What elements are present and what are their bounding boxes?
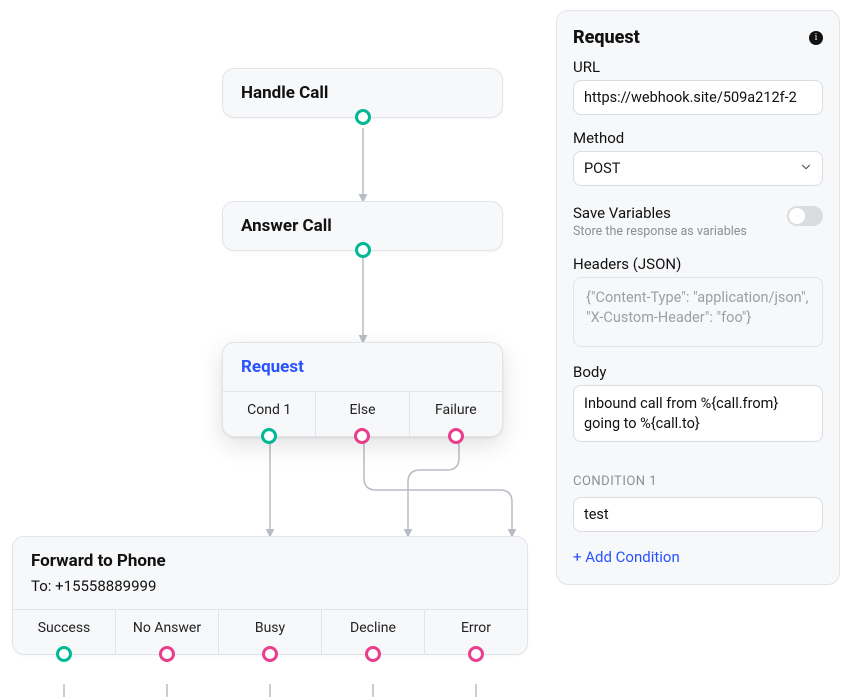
flow-canvas[interactable]: Handle Call Answer Call Request Cond 1 E… <box>0 0 540 697</box>
node-title: Request <box>223 343 502 391</box>
node-output-port[interactable] <box>355 109 371 125</box>
url-label: URL <box>573 58 823 76</box>
node-output-port[interactable] <box>355 242 371 258</box>
branch-label: Success <box>38 620 91 636</box>
inspector-panel: Request i URL Method POST Save Variables… <box>556 10 840 585</box>
branch-port[interactable] <box>262 646 278 662</box>
branch-label: No Answer <box>133 620 201 636</box>
node-request[interactable]: Request Cond 1 Else Failure <box>222 342 503 437</box>
save-vars-hint: Store the response as variables <box>573 224 787 239</box>
headers-input[interactable]: {"Content-Type": "application/json", "X-… <box>573 277 823 347</box>
save-vars-label: Save Variables <box>573 204 787 222</box>
method-label: Method <box>573 129 823 147</box>
branch-port[interactable] <box>56 646 72 662</box>
branch-label: Decline <box>350 620 396 636</box>
method-select[interactable]: POST <box>573 151 823 186</box>
body-input[interactable]: Inbound call from %{call.from} going to … <box>573 385 823 442</box>
node-handle-call[interactable]: Handle Call <box>222 68 503 118</box>
branch-else[interactable]: Else <box>316 392 409 436</box>
branch-decline[interactable]: Decline <box>322 610 425 654</box>
branch-busy[interactable]: Busy <box>219 610 322 654</box>
body-label: Body <box>573 363 823 381</box>
branch-no-answer[interactable]: No Answer <box>116 610 219 654</box>
branch-label: Error <box>461 620 491 636</box>
branch-port[interactable] <box>261 428 277 444</box>
branch-failure[interactable]: Failure <box>410 392 502 436</box>
branch-port[interactable] <box>448 428 464 444</box>
branch-port[interactable] <box>159 646 175 662</box>
condition-section-label: CONDITION 1 <box>573 474 823 489</box>
url-input[interactable] <box>573 80 823 115</box>
node-title: Forward to Phone <box>13 537 527 577</box>
branch-error[interactable]: Error <box>425 610 527 654</box>
branch-label: Failure <box>435 402 477 418</box>
node-subtitle: To: +15558889999 <box>13 577 527 609</box>
branch-label: Else <box>349 402 375 418</box>
node-branches: Success No Answer Busy Decline Error <box>13 609 527 654</box>
branch-port[interactable] <box>354 428 370 444</box>
add-condition-button[interactable]: + Add Condition <box>573 548 823 566</box>
node-branches: Cond 1 Else Failure <box>223 391 502 436</box>
branch-success[interactable]: Success <box>13 610 116 654</box>
branch-label: Cond 1 <box>247 402 291 418</box>
headers-label: Headers (JSON) <box>573 255 823 273</box>
node-forward-to-phone[interactable]: Forward to Phone To: +15558889999 Succes… <box>12 536 528 655</box>
save-vars-toggle[interactable] <box>787 206 823 226</box>
branch-port[interactable] <box>365 646 381 662</box>
node-answer-call[interactable]: Answer Call <box>222 201 503 251</box>
condition-input[interactable] <box>573 497 823 532</box>
branch-label: Busy <box>255 620 285 636</box>
branch-cond1[interactable]: Cond 1 <box>223 392 316 436</box>
branch-port[interactable] <box>468 646 484 662</box>
panel-title: Request <box>573 27 640 48</box>
info-icon[interactable]: i <box>809 31 823 45</box>
